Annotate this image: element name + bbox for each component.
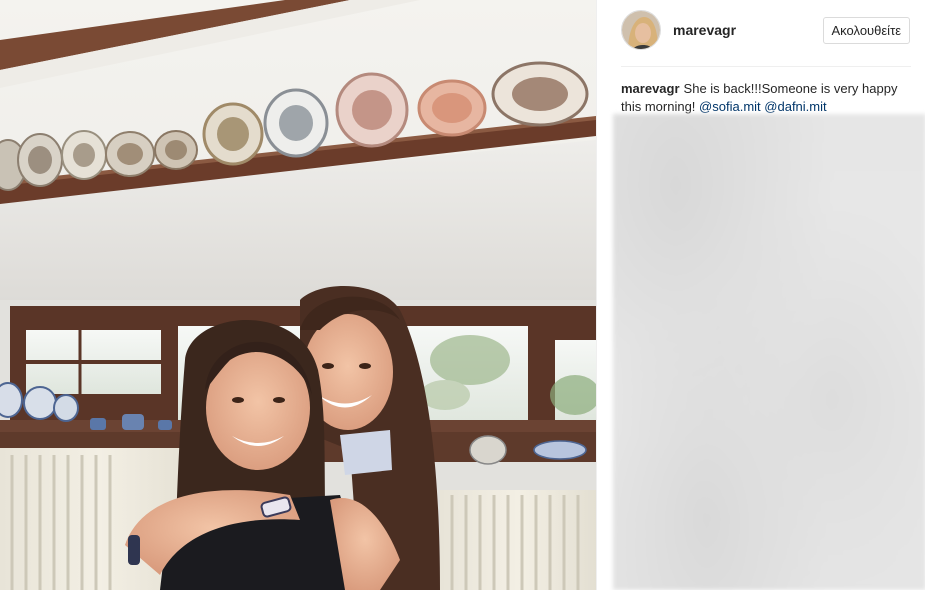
avatar-icon	[622, 11, 660, 49]
caption-username[interactable]: marevagr	[621, 81, 680, 96]
post-photo-illustration	[0, 0, 596, 590]
header-username[interactable]: marevagr	[673, 22, 823, 38]
mention-link[interactable]: @dafni.mit	[764, 99, 826, 114]
header-divider	[621, 66, 911, 67]
blurred-comments-area	[613, 114, 925, 590]
post-photo[interactable]	[0, 0, 596, 590]
profile-avatar[interactable]	[621, 10, 661, 50]
post-sidebar: marevagr Ακολουθείτε marevagr She is back…	[596, 0, 925, 590]
following-button[interactable]: Ακολουθείτε	[822, 16, 910, 44]
mention-link[interactable]: @sofia.mit	[699, 99, 761, 114]
post-header: marevagr Ακολουθείτε	[597, 0, 925, 60]
post-caption: marevagr She is back!!!Someone is very ha…	[621, 80, 901, 116]
